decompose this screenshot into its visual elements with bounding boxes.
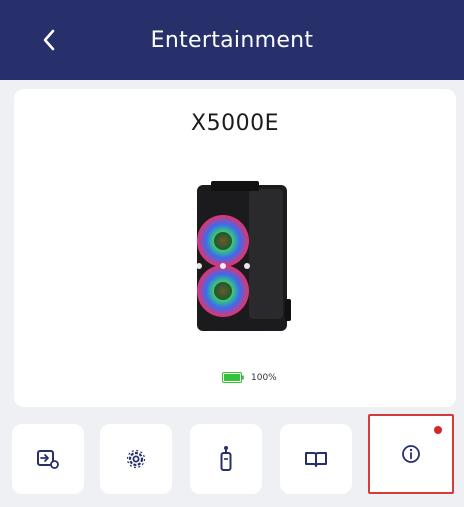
manual-book-icon [305,452,327,467]
device-info-button[interactable] [368,414,454,494]
speaker-image [193,181,291,333]
page-title: Entertainment [150,27,314,53]
battery-status: 100% [222,372,277,383]
input-source-button[interactable] [12,424,84,494]
app-header: Entertainment [0,0,464,80]
battery-percentage: 100% [251,372,277,383]
manual-button[interactable] [280,424,352,494]
notification-badge [434,426,442,434]
device-toolbar [12,414,460,496]
chevron-left-icon [43,29,55,51]
device-model-name: X5000E [191,111,279,136]
lighting-button[interactable] [190,424,262,494]
back-button[interactable] [36,24,62,56]
device-card: X5000E 100% [14,89,456,407]
input-source-icon [37,450,59,469]
battery-icon [222,372,244,383]
settings-button[interactable] [100,424,172,494]
light-tower-icon [220,446,232,471]
settings-gear-icon [126,449,146,469]
info-icon [402,445,420,463]
